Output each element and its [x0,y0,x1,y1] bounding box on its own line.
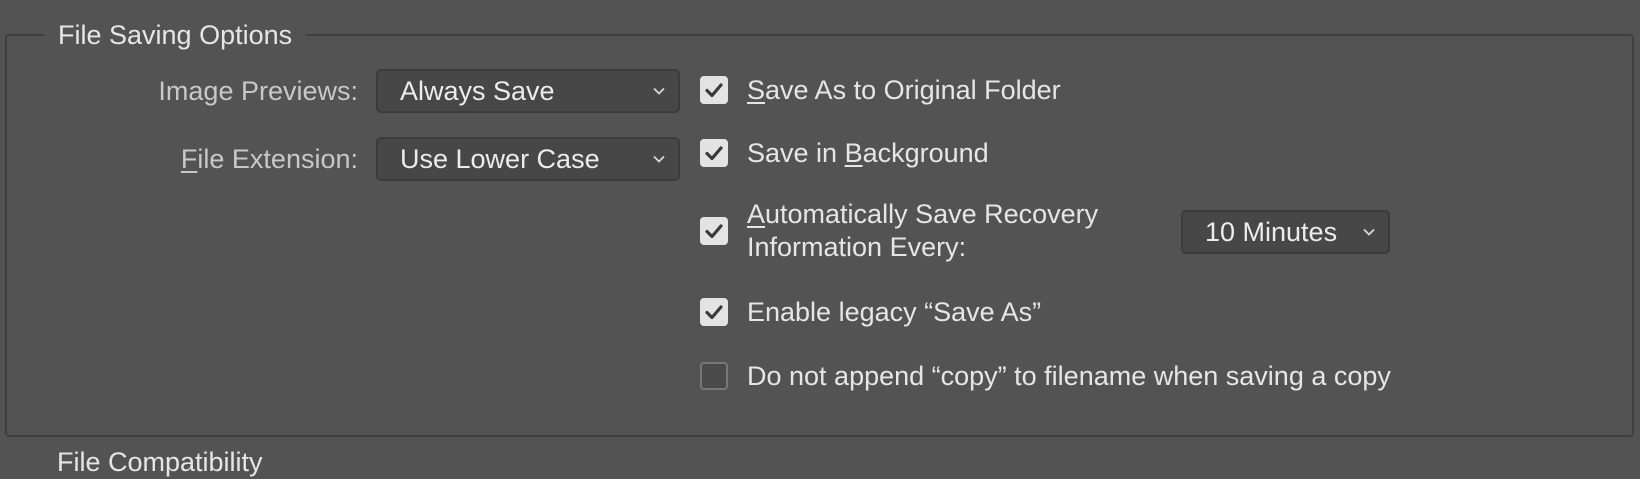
legacy-save-as-checkbox[interactable] [700,298,728,326]
save-in-background-checkbox-row[interactable]: Save in Background [700,136,989,170]
checkmark-icon [705,224,723,239]
save-as-original-folder-checkbox-row[interactable]: Save As to Original Folder [700,73,1061,107]
checkmark-icon [705,83,723,98]
recovery-interval-dropdown[interactable]: 10 Minutes [1181,210,1390,254]
file-compatibility-section-title: File Compatibility [57,447,263,477]
image-previews-dropdown[interactable]: Always Save [376,69,680,113]
file-extension-value: Use Lower Case [400,144,600,174]
chevron-down-icon [1362,225,1376,239]
recovery-interval-value: 10 Minutes [1205,217,1338,247]
no-copy-append-checkbox[interactable] [700,362,728,390]
image-previews-value: Always Save [400,76,555,106]
chevron-down-icon [652,84,666,98]
legacy-save-as-label: Enable legacy “Save As” [747,297,1042,327]
auto-save-recovery-label: Automatically Save Recovery Information E… [747,199,1099,262]
no-copy-append-label: Do not append “copy” to filename when sa… [747,361,1391,391]
save-in-background-checkbox[interactable] [700,139,728,167]
legacy-save-as-checkbox-row[interactable]: Enable legacy “Save As” [700,295,1041,329]
auto-save-recovery-checkbox[interactable] [700,217,728,245]
no-copy-append-checkbox-row[interactable]: Do not append “copy” to filename when sa… [700,359,1391,393]
save-as-original-folder-label: Save As to Original Folder [747,75,1061,105]
save-as-original-folder-checkbox[interactable] [700,76,728,104]
checkmark-icon [705,146,723,161]
file-extension-label: File Extension: [180,144,358,174]
chevron-down-icon [652,152,666,166]
file-extension-dropdown[interactable]: Use Lower Case [376,137,680,181]
section-title: File Saving Options [44,18,307,52]
image-previews-label: Image Previews: [158,76,358,106]
checkmark-icon [705,305,723,320]
save-in-background-label: Save in Background [747,138,989,168]
auto-save-recovery-checkbox-row[interactable]: Automatically Save Recovery Information E… [700,198,1098,264]
